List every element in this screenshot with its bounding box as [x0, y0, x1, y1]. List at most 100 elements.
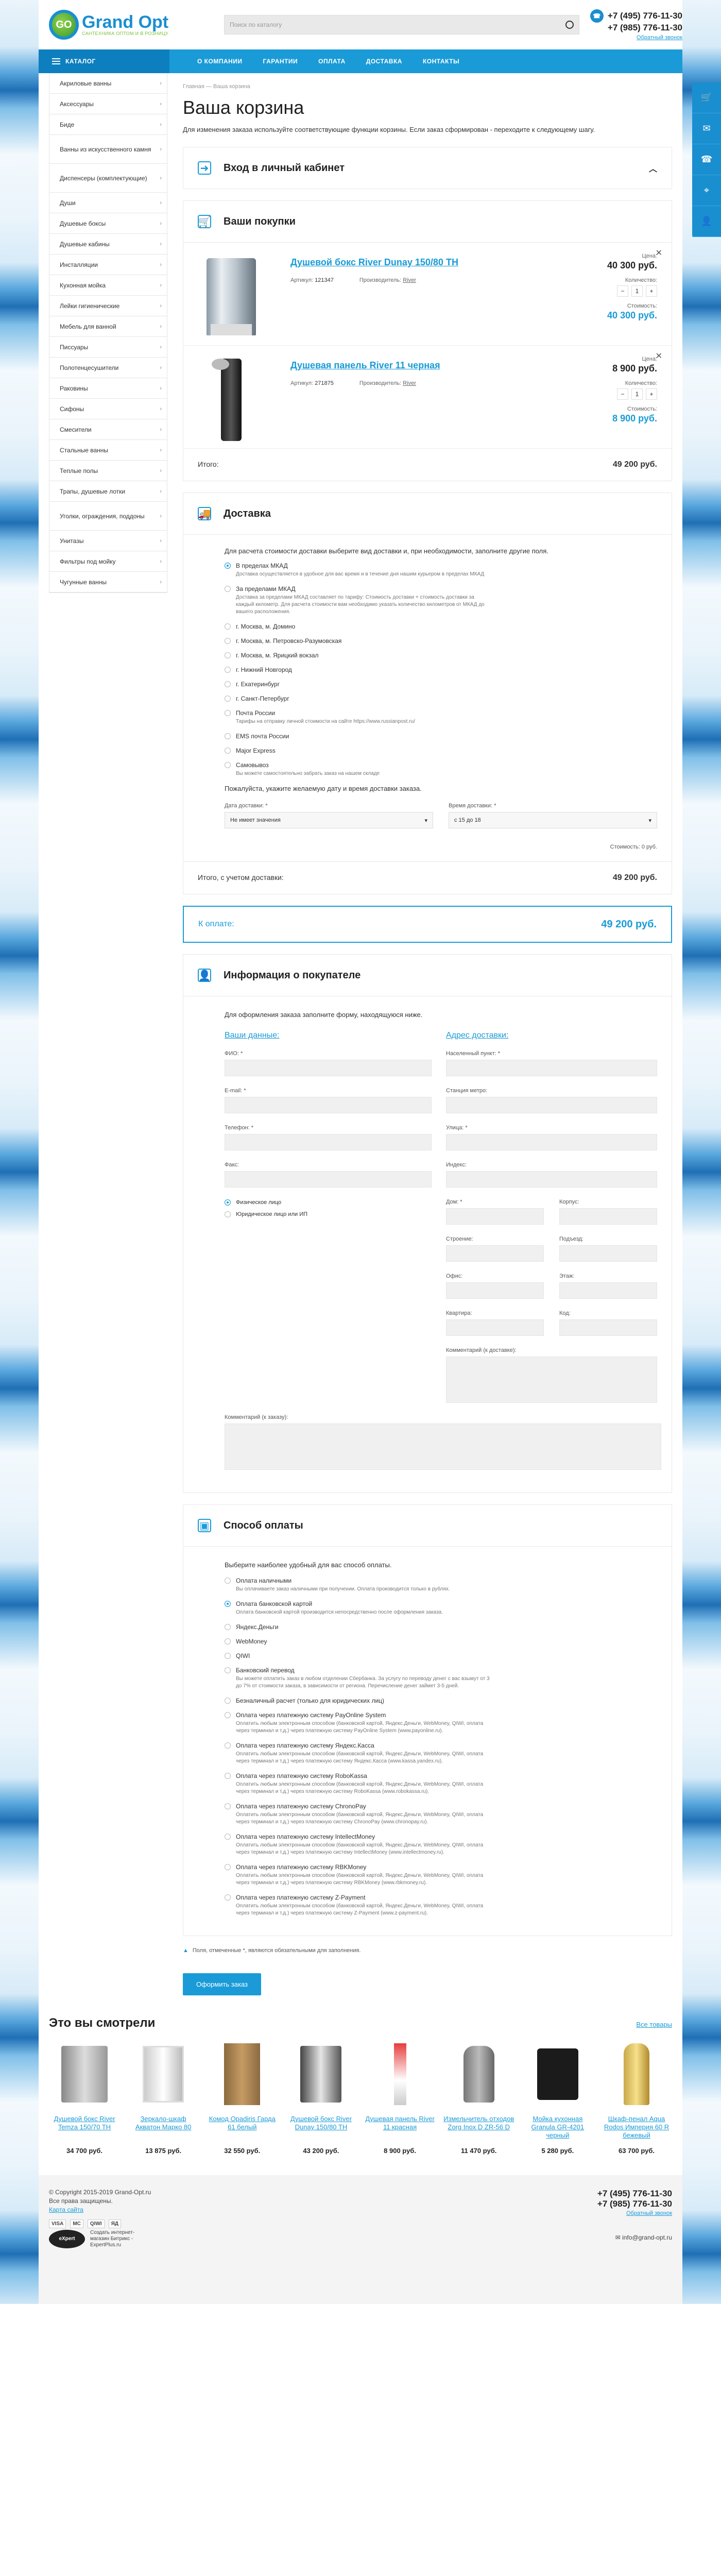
corpus-input[interactable]: [559, 1208, 657, 1225]
code-input[interactable]: [559, 1319, 657, 1336]
cart-icon[interactable]: 🛒: [692, 82, 721, 113]
delivery-option[interactable]: EMS почта России: [225, 733, 657, 740]
maker-link[interactable]: River: [403, 380, 416, 386]
sidebar-item[interactable]: Чугунные ванны ›: [49, 572, 167, 592]
search-icon[interactable]: [565, 21, 574, 29]
payment-option[interactable]: Оплата через платежную систему Z-Payment…: [225, 1894, 657, 1917]
product-image[interactable]: [601, 2041, 672, 2108]
person-phys-radio[interactable]: [225, 1199, 231, 1206]
product-card[interactable]: Комод Opadiris Гарда 61 белый 32 550 руб…: [207, 2041, 278, 2155]
payment-radio[interactable]: [225, 1698, 231, 1704]
remove-item-icon[interactable]: ✕: [656, 248, 662, 258]
chevron-up-icon[interactable]: ︿: [649, 162, 657, 174]
qty-minus-button[interactable]: −: [617, 285, 628, 297]
payment-radio[interactable]: [225, 1638, 231, 1645]
payment-option[interactable]: Оплата наличными Вы оплачиваете заказ нал…: [225, 1577, 657, 1593]
product-card[interactable]: Душевая панель River 11 красная 8 900 ру…: [365, 2041, 436, 2155]
floor-input[interactable]: [559, 1282, 657, 1299]
maker-link[interactable]: River: [403, 277, 416, 283]
sidebar-item[interactable]: Раковины ›: [49, 378, 167, 399]
delivery-option[interactable]: За пределами МКАД Доставка за пределами М…: [225, 585, 657, 616]
payment-option[interactable]: Оплата через платежную систему PayOnline…: [225, 1711, 657, 1735]
payment-radio[interactable]: [225, 1803, 231, 1809]
callback-link[interactable]: Обратный звонок: [637, 35, 682, 41]
product-name-link[interactable]: Душевая панель River 11 красная: [365, 2115, 436, 2143]
metro-input[interactable]: [446, 1097, 657, 1113]
payment-option[interactable]: Яндекс.Деньги: [225, 1623, 657, 1631]
sidebar-item[interactable]: Фильтры под мойку ›: [49, 551, 167, 572]
sidebar-item[interactable]: Трапы, душевые лотки ›: [49, 481, 167, 502]
payment-radio[interactable]: [225, 1601, 231, 1607]
sidebar-item[interactable]: Душевые боксы ›: [49, 213, 167, 234]
product-image[interactable]: [522, 2041, 593, 2108]
sidebar-item[interactable]: Унитазы ›: [49, 531, 167, 551]
product-card[interactable]: Шкаф-пенал Aqua Rodos Империя 60 R бежев…: [601, 2041, 672, 2155]
product-image[interactable]: [49, 2041, 120, 2108]
delivery-radio[interactable]: [225, 623, 231, 630]
qty-input[interactable]: 1: [631, 388, 643, 400]
phone-input[interactable]: [225, 1134, 432, 1150]
user-icon[interactable]: 👤: [692, 206, 721, 237]
nav-item-2[interactable]: ОПЛАТА: [308, 49, 356, 73]
product-card[interactable]: Зеркало-шкаф Акватон Марко 80 13 875 руб…: [128, 2041, 199, 2155]
person-jur-radio[interactable]: [225, 1211, 231, 1217]
nav-item-3[interactable]: ДОСТАВКА: [356, 49, 413, 73]
breadcrumb-home[interactable]: Главная: [183, 83, 204, 90]
delivery-option[interactable]: г. Москва, м. Ярицкий вокзал: [225, 652, 657, 659]
delivery-time-select[interactable]: с 15 до 18 ▾: [449, 812, 657, 828]
delivery-option[interactable]: г. Нижний Новгород: [225, 666, 657, 673]
product-name-link[interactable]: Мойка кухонная Granula GR-4201 черный: [522, 2115, 593, 2143]
payment-radio[interactable]: [225, 1742, 231, 1749]
sidebar-item[interactable]: Уголки, ограждения, поддоны ›: [49, 502, 167, 531]
payment-option[interactable]: Безналичный расчет (только для юридическ…: [225, 1697, 657, 1704]
product-card[interactable]: Душевой бокс River Dunay 150/80 TH 43 20…: [285, 2041, 356, 2155]
delivery-option[interactable]: Major Express: [225, 747, 657, 754]
catalog-button[interactable]: КАТАЛОГ: [39, 49, 169, 73]
product-image[interactable]: [443, 2041, 514, 2108]
product-name-link[interactable]: Комод Opadiris Гарда 61 белый: [207, 2115, 278, 2143]
remove-item-icon[interactable]: ✕: [656, 351, 662, 361]
sitemap-link[interactable]: Карта сайта: [49, 2206, 83, 2213]
phone-icon[interactable]: ☎: [692, 144, 721, 175]
payment-option[interactable]: Оплата через платежную систему RBKMoney О…: [225, 1863, 657, 1887]
building-input[interactable]: [446, 1245, 544, 1262]
entrance-input[interactable]: [559, 1245, 657, 1262]
header-phone-1[interactable]: +7 (495) 776-11-30: [608, 11, 682, 21]
product-card[interactable]: Душевой бокс River Temza 150/70 TH 34 70…: [49, 2041, 120, 2155]
logo[interactable]: GO Grand Opt САНТЕХНИКА ОПТОМ И В РОЗНИЦ…: [49, 10, 203, 40]
nav-item-4[interactable]: КОНТАКТЫ: [413, 49, 470, 73]
delivery-radio[interactable]: [225, 681, 231, 687]
product-image[interactable]: [365, 2041, 436, 2108]
footer-callback-link[interactable]: Обратный звонок: [626, 2210, 672, 2216]
sidebar-item[interactable]: Ванны из искусственного камня ›: [49, 135, 167, 164]
fax-input[interactable]: [225, 1171, 432, 1188]
delivery-radio[interactable]: [225, 762, 231, 768]
sidebar-item[interactable]: Смесители ›: [49, 419, 167, 440]
product-card[interactable]: Мойка кухонная Granula GR-4201 черный 5 …: [522, 2041, 593, 2155]
product-image[interactable]: [128, 2041, 199, 2108]
qty-minus-button[interactable]: −: [617, 388, 628, 400]
delivery-option[interactable]: г. Санкт-Петербург: [225, 695, 657, 702]
delivery-radio[interactable]: [225, 748, 231, 754]
payment-radio[interactable]: [225, 1773, 231, 1779]
login-panel[interactable]: ➜ Вход в личный кабинет ︿: [183, 147, 672, 189]
qty-plus-button[interactable]: +: [646, 285, 657, 297]
sidebar-item[interactable]: Душевые кабины ›: [49, 234, 167, 255]
payment-option[interactable]: Банковский перевод Вы можете оплатить зак…: [225, 1667, 657, 1690]
submit-order-button[interactable]: Оформить заказ: [183, 1973, 262, 1995]
payment-option[interactable]: Оплата через платежную систему Intellect…: [225, 1833, 657, 1856]
mail-icon[interactable]: ✉: [692, 113, 721, 144]
sidebar-item[interactable]: Теплые полы ›: [49, 461, 167, 481]
payment-radio[interactable]: [225, 1712, 231, 1718]
delivery-radio[interactable]: [225, 667, 231, 673]
delivery-radio[interactable]: [225, 733, 231, 739]
payment-radio[interactable]: [225, 1864, 231, 1870]
index-input[interactable]: [446, 1171, 657, 1188]
all-products-link[interactable]: Все товары: [636, 2021, 672, 2028]
product-name-link[interactable]: Измельчитель отходов Zorg Inox D ZR-56 D: [443, 2115, 514, 2143]
sidebar-item[interactable]: Биде ›: [49, 114, 167, 135]
product-image[interactable]: [207, 2041, 278, 2108]
product-image[interactable]: [285, 2041, 356, 2108]
delivery-radio[interactable]: [225, 638, 231, 644]
sidebar-item[interactable]: Души ›: [49, 193, 167, 213]
